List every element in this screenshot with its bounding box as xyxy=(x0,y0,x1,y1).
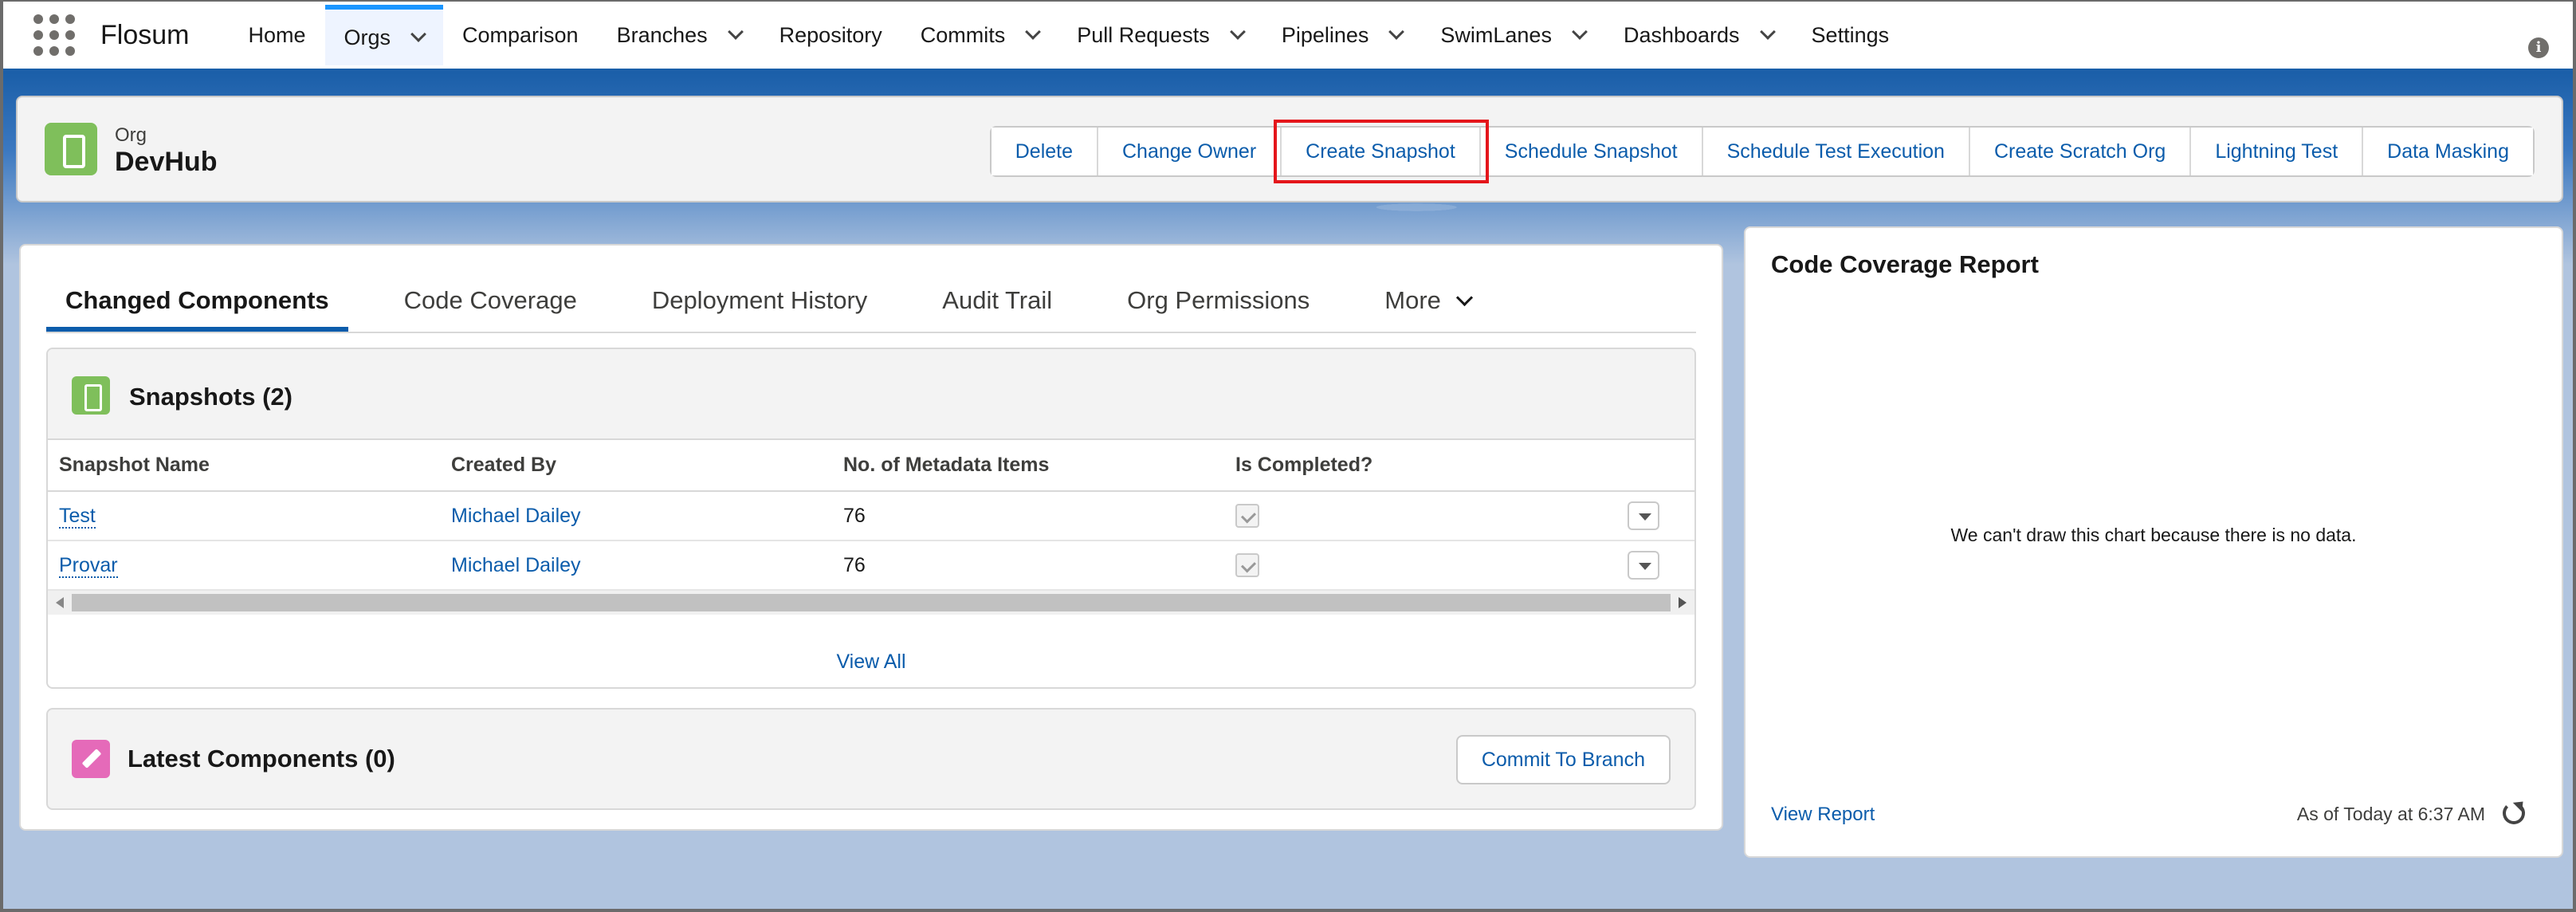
create-scratch-org-button[interactable]: Create Scratch Org xyxy=(1969,128,2192,175)
info-icon[interactable]: i xyxy=(2528,37,2549,58)
row-actions-dropdown-icon[interactable] xyxy=(1628,551,1659,580)
snapshots-title: Snapshots (2) xyxy=(129,383,293,411)
nav-item-settings[interactable]: Settings xyxy=(1793,5,1909,65)
nav-item-comparison[interactable]: Comparison xyxy=(443,5,598,65)
tab-more[interactable]: More xyxy=(1365,269,1490,332)
nav-item-label: Repository xyxy=(779,22,882,47)
snapshots-header: Snapshots (2) xyxy=(48,349,1694,440)
completed-checkbox xyxy=(1235,504,1259,529)
row-actions-dropdown-icon[interactable] xyxy=(1628,501,1659,530)
lightning-test-button[interactable]: Lightning Test xyxy=(2191,128,2364,175)
chevron-down-icon[interactable] xyxy=(727,24,744,40)
column-header-snapshot-name[interactable]: Snapshot Name xyxy=(48,440,440,492)
mobile-device-icon xyxy=(72,376,110,415)
data-masking-button[interactable]: Data Masking xyxy=(2363,128,2533,175)
main-tabs-card: Changed Components Code Coverage Deploym… xyxy=(19,244,1723,831)
metadata-items-count: 76 xyxy=(832,541,1224,591)
nav-item-label: SwimLanes xyxy=(1440,22,1552,47)
report-timestamp: As of Today at 6:37 AM xyxy=(2296,804,2485,824)
created-by-link[interactable]: Michael Dailey xyxy=(451,505,581,527)
nav-item-label: Orgs xyxy=(344,25,391,49)
view-report-link[interactable]: View Report xyxy=(1771,804,1875,826)
create-snapshot-button[interactable]: Create Snapshot xyxy=(1274,120,1489,183)
nav-item-label: Branches xyxy=(616,22,708,47)
nav-item-branches[interactable]: Branches xyxy=(598,5,760,65)
snapshots-table: Snapshot Name Created By No. of Metadata… xyxy=(48,440,1694,591)
table-row: Test Michael Dailey 76 xyxy=(48,491,1694,541)
scroll-right-icon[interactable] xyxy=(1679,597,1687,608)
app-window: Flosum Home Orgs Comparison Branches Rep… xyxy=(0,0,2576,912)
brush-icon xyxy=(72,740,110,778)
view-all-link[interactable]: View All xyxy=(48,651,1694,674)
column-header-actions xyxy=(1616,440,1694,492)
app-name: Flosum xyxy=(100,19,190,50)
record-type: Org xyxy=(115,124,147,146)
chevron-down-icon[interactable] xyxy=(1388,24,1405,40)
tab-code-coverage[interactable]: Code Coverage xyxy=(385,269,596,332)
nav-item-orgs[interactable]: Orgs xyxy=(324,5,444,65)
tab-org-permissions[interactable]: Org Permissions xyxy=(1108,269,1329,332)
nav-item-pull-requests[interactable]: Pull Requests xyxy=(1058,5,1262,65)
delete-button[interactable]: Delete xyxy=(991,128,1098,175)
snapshots-related-list: Snapshots (2) Snapshot Name Created By N… xyxy=(46,348,1696,689)
chevron-down-icon[interactable] xyxy=(1572,24,1588,40)
column-header-is-completed[interactable]: Is Completed? xyxy=(1224,440,1616,492)
tab-more-label: More xyxy=(1384,286,1441,314)
nav-item-label: Pull Requests xyxy=(1077,22,1210,47)
app-launcher-icon[interactable] xyxy=(32,13,77,57)
commit-to-branch-button[interactable]: Commit To Branch xyxy=(1455,735,1671,784)
nav-item-repository[interactable]: Repository xyxy=(760,5,901,65)
table-row: Provar Michael Dailey 76 xyxy=(48,541,1694,591)
record-name: DevHub xyxy=(115,147,218,177)
created-by-link[interactable]: Michael Dailey xyxy=(451,554,581,576)
horizontal-scrollbar[interactable] xyxy=(48,591,1694,615)
tab-bar: Changed Components Code Coverage Deploym… xyxy=(46,269,1696,333)
record-highlights: Org DevHub Delete Change Owner Create Sn… xyxy=(16,96,2563,202)
nav-item-swimlanes[interactable]: SwimLanes xyxy=(1421,5,1604,65)
view-all-label[interactable]: View All xyxy=(836,651,905,673)
nav-item-pipelines[interactable]: Pipelines xyxy=(1262,5,1422,65)
refresh-icon[interactable] xyxy=(2503,802,2525,824)
metadata-items-count: 76 xyxy=(832,491,1224,541)
nav-item-label: Pipelines xyxy=(1281,22,1369,47)
schedule-test-execution-button[interactable]: Schedule Test Execution xyxy=(1702,128,1970,175)
nav-item-label: Home xyxy=(248,22,306,47)
nav-item-label: Commits xyxy=(920,22,1006,47)
nav-item-label: Comparison xyxy=(462,22,579,47)
tab-deployment-history[interactable]: Deployment History xyxy=(633,269,886,332)
scrollbar-thumb[interactable] xyxy=(72,594,1671,611)
chevron-down-icon[interactable] xyxy=(1229,24,1246,40)
action-button-group: Delete Change Owner Create Snapshot Sche… xyxy=(989,120,2535,183)
global-nav: Flosum Home Orgs Comparison Branches Rep… xyxy=(3,2,2573,73)
latest-components-card: Latest Components (0) Commit To Branch xyxy=(46,708,1696,810)
empty-chart-message: We can't draw this chart because there i… xyxy=(1950,525,2357,545)
change-owner-button[interactable]: Change Owner xyxy=(1098,128,1282,175)
table-header-row: Snapshot Name Created By No. of Metadata… xyxy=(48,440,1694,492)
tab-audit-trail[interactable]: Audit Trail xyxy=(923,269,1071,332)
schedule-snapshot-button[interactable]: Schedule Snapshot xyxy=(1480,128,1703,175)
snapshot-name-link[interactable]: Test xyxy=(59,504,96,529)
nav-item-label: Dashboards xyxy=(1623,22,1740,47)
completed-checkbox xyxy=(1235,553,1259,578)
mobile-device-icon xyxy=(45,123,97,175)
scroll-left-icon[interactable] xyxy=(56,597,64,608)
nav-item-dashboards[interactable]: Dashboards xyxy=(1604,5,1793,65)
tab-changed-components[interactable]: Changed Components xyxy=(46,269,348,332)
nav-item-label: Settings xyxy=(1811,22,1890,47)
column-header-created-by[interactable]: Created By xyxy=(440,440,832,492)
chevron-down-icon[interactable] xyxy=(1759,24,1776,40)
column-header-metadata-items[interactable]: No. of Metadata Items xyxy=(832,440,1224,492)
chevron-down-icon xyxy=(1455,289,1473,306)
report-title: Code Coverage Report xyxy=(1771,250,2039,278)
snapshot-name-link[interactable]: Provar xyxy=(59,553,118,578)
nav-item-home[interactable]: Home xyxy=(229,5,324,65)
code-coverage-report-card: Code Coverage Report We can't draw this … xyxy=(1744,226,2563,858)
chevron-down-icon[interactable] xyxy=(410,26,426,42)
latest-components-title: Latest Components (0) xyxy=(128,745,395,772)
nav-item-commits[interactable]: Commits xyxy=(901,5,1058,65)
chevron-down-icon[interactable] xyxy=(1025,24,1042,40)
